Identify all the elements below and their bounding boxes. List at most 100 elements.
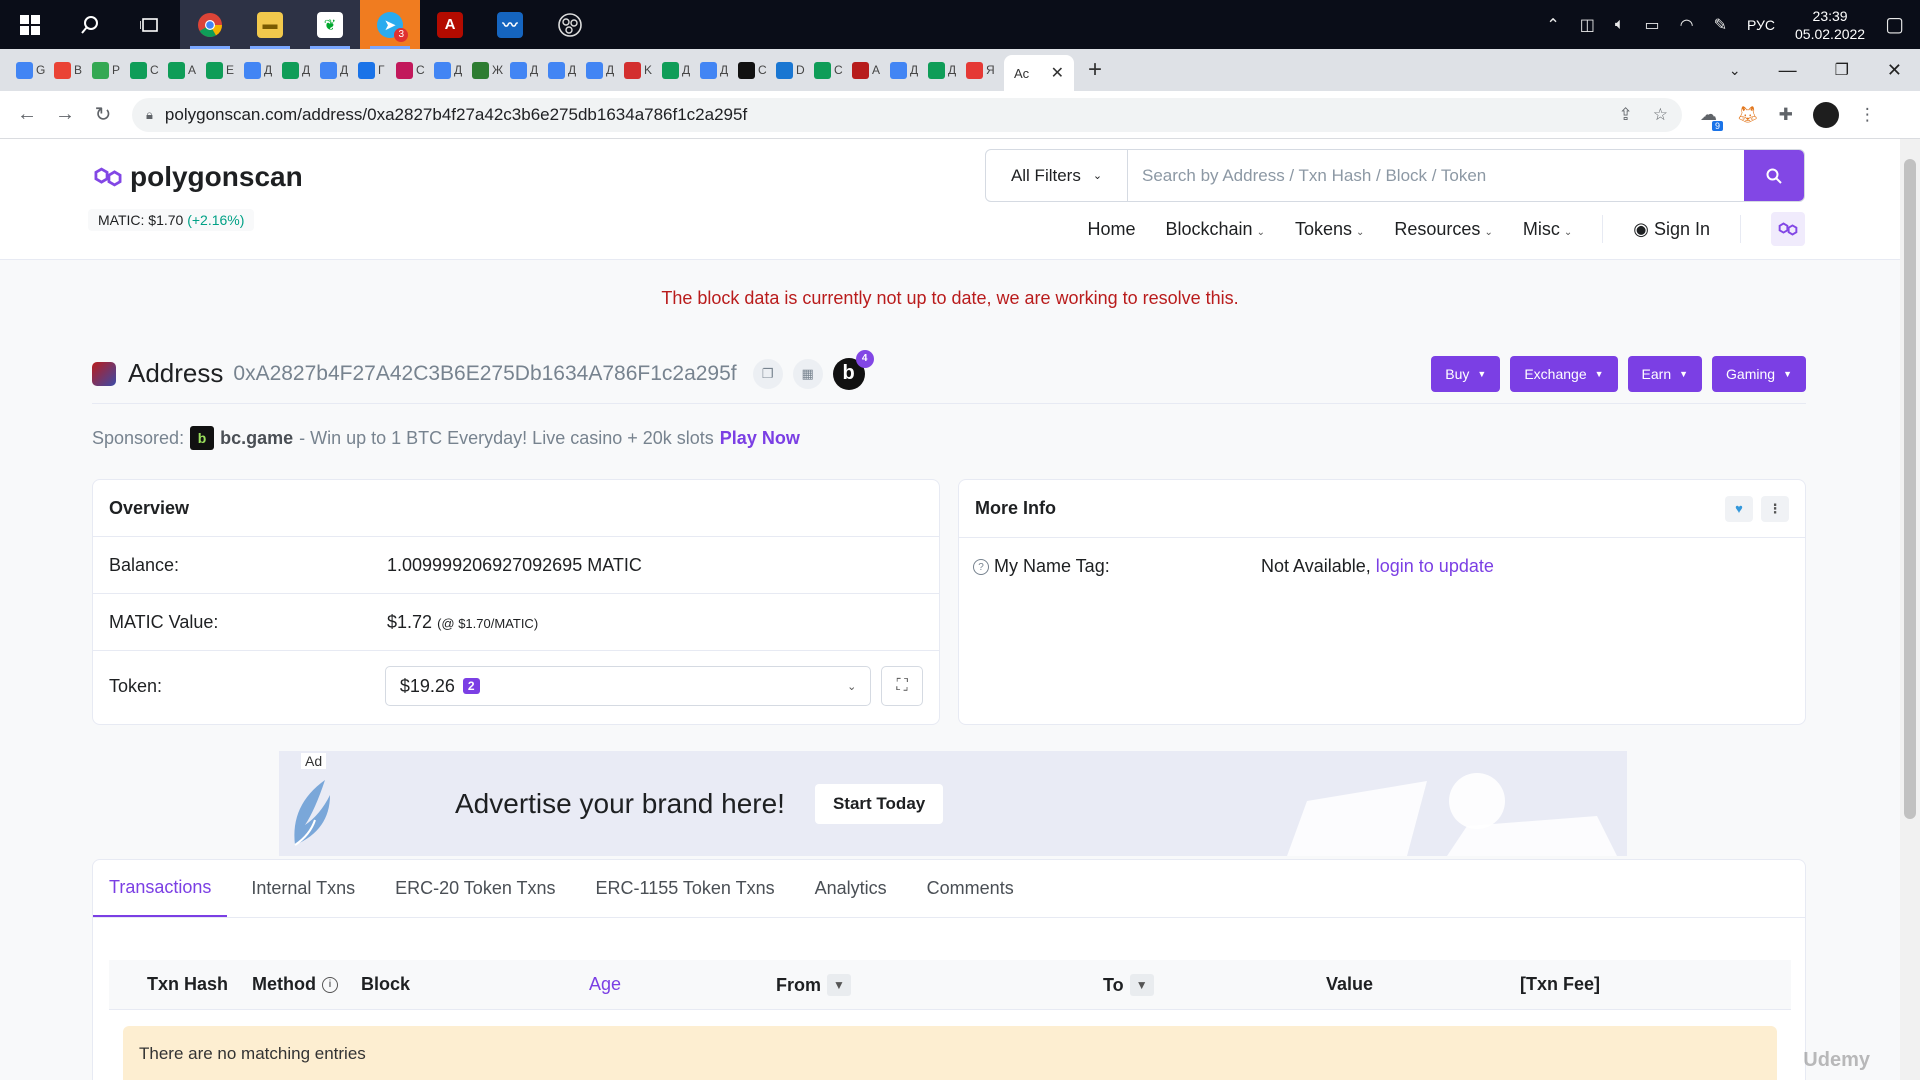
browser-tab[interactable]: Д [320, 55, 358, 85]
lock-icon[interactable]: 🔒︎ [146, 107, 153, 123]
search-filter-select[interactable]: All Filters ⌄ [986, 150, 1128, 201]
blockscan-chat-button[interactable]: b4 [832, 349, 874, 390]
nav-tokens[interactable]: Tokens ⌄ [1295, 219, 1364, 240]
browser-tab[interactable]: Д [434, 55, 472, 85]
browser-tab[interactable]: Г [358, 55, 396, 85]
browser-tab[interactable]: Д [890, 55, 928, 85]
token-holdings-select[interactable]: $19.26 2 ⌄ [384, 666, 872, 706]
tab-internal-txns[interactable]: Internal Txns [235, 860, 371, 917]
active-tab[interactable]: Ac ✕ [1004, 55, 1074, 91]
info-icon[interactable]: i [321, 976, 338, 993]
close-window-icon[interactable]: ✕ [1887, 60, 1902, 81]
taskbar-search-button[interactable] [60, 0, 120, 49]
battery-icon[interactable]: ▭ [1644, 15, 1659, 35]
taskbar-obs[interactable] [540, 0, 600, 49]
chevron-up-icon[interactable]: ⌃ [1546, 15, 1559, 35]
col-age[interactable]: Age [589, 974, 621, 995]
browser-tab[interactable]: C [738, 55, 776, 85]
restore-icon[interactable]: ❐ [1835, 60, 1849, 80]
tab-erc-20-token-txns[interactable]: ERC-20 Token Txns [379, 860, 571, 917]
nav-misc[interactable]: Misc ⌄ [1523, 219, 1572, 240]
browser-tab[interactable]: A [168, 55, 206, 85]
taskbar-chrome[interactable] [180, 0, 240, 49]
tab-comments[interactable]: Comments [911, 860, 1030, 917]
cloud-extension-icon[interactable]: ☁ 9 [1700, 105, 1723, 131]
url-bar[interactable]: 🔒︎ polygonscan.com/address/0xa2827b4f27a… [132, 97, 1682, 132]
browser-tab[interactable]: Д [510, 55, 548, 85]
browser-tab[interactable]: E [206, 55, 244, 85]
browser-tab[interactable]: Д [548, 55, 586, 85]
sign-in-link[interactable]: ◉ Sign In [1633, 219, 1710, 240]
back-button[interactable]: ← [8, 103, 46, 126]
search-button[interactable] [1744, 150, 1804, 201]
browser-tab[interactable]: G [16, 55, 54, 85]
tab-analytics[interactable]: Analytics [799, 860, 903, 917]
nav-blockchain[interactable]: Blockchain ⌄ [1166, 219, 1265, 240]
exchange-button[interactable]: Exchange ▼ [1510, 355, 1618, 392]
tab-transactions[interactable]: Transactions [93, 860, 228, 917]
tab-search-icon[interactable]: ⌄ [1729, 62, 1741, 79]
expand-tokens-button[interactable]: ⛶ [881, 666, 923, 706]
browser-tab[interactable]: Ж [472, 55, 510, 85]
browser-tab[interactable]: C [396, 55, 434, 85]
ad-start-today-button[interactable]: Start Today [814, 783, 944, 824]
browser-tab[interactable]: B [54, 55, 92, 85]
system-clock[interactable]: 23:39 05.02.2022 [1795, 7, 1865, 43]
nav-home[interactable]: Home [1088, 219, 1136, 240]
sponsored-cta-link[interactable]: Play Now [720, 428, 800, 449]
browser-tab[interactable]: Д [282, 55, 320, 85]
metamask-icon[interactable]: 🦊︎ [1737, 105, 1759, 125]
ad-banner[interactable]: Ad Advertise your brand here! Start Toda… [279, 751, 1627, 856]
search-input[interactable] [1128, 150, 1744, 201]
browser-tab[interactable]: D [776, 55, 814, 85]
more-options-button[interactable]: ⋮ [1761, 495, 1789, 522]
browser-tab[interactable]: Д [700, 55, 738, 85]
wifi-icon[interactable]: ◠ [1680, 15, 1694, 35]
page-scrollbar[interactable] [1900, 139, 1920, 1080]
earn-button[interactable]: Earn ▼ [1627, 355, 1703, 392]
notifications-icon[interactable]: ▢ [1885, 12, 1904, 37]
task-view-button[interactable] [120, 0, 180, 49]
nav-resources[interactable]: Resources ⌄ [1394, 219, 1492, 240]
col-txn-fee[interactable]: [Txn Fee] [1520, 974, 1600, 995]
pen-icon[interactable]: ✎ [1714, 15, 1727, 35]
browser-tab[interactable]: P [92, 55, 130, 85]
login-to-update-link[interactable]: login to update [1376, 556, 1494, 576]
browser-tab[interactable]: Я [966, 55, 1004, 85]
minimize-icon[interactable]: — [1779, 60, 1797, 81]
forward-button[interactable]: → [46, 103, 84, 126]
browser-tab[interactable]: Д [586, 55, 624, 85]
profile-avatar[interactable] [1812, 101, 1839, 128]
question-icon[interactable]: ? [973, 559, 989, 576]
taskbar-file-explorer[interactable]: ▬ [240, 0, 300, 49]
site-logo[interactable]: polygonscan [92, 161, 303, 193]
qr-code-button[interactable]: ▦ [792, 358, 823, 389]
browser-tab[interactable]: C [814, 55, 852, 85]
scrollbar-thumb[interactable] [1904, 159, 1916, 819]
network-switch-button[interactable] [1771, 212, 1805, 246]
matic-price[interactable]: MATIC: $1.70 (+2.16%) [88, 209, 255, 231]
browser-tab[interactable]: Д [928, 55, 966, 85]
volume-icon[interactable]: 🔈︎ [1615, 16, 1625, 34]
browser-tab[interactable]: Д [244, 55, 282, 85]
share-icon[interactable]: ⇪ [1619, 105, 1633, 125]
bookmark-star-icon[interactable]: ☆ [1653, 105, 1668, 125]
taskbar-pdf-reader[interactable]: A [420, 0, 480, 49]
taskbar-telegram[interactable]: ➤ 3 [360, 0, 420, 49]
puzzle-extensions-icon[interactable]: ✚ [1779, 105, 1793, 125]
copy-address-button[interactable]: ❐ [752, 358, 783, 389]
gaming-button[interactable]: Gaming ▼ [1712, 355, 1806, 392]
menu-dots-icon[interactable]: ⋮ [1859, 105, 1876, 125]
browser-tab[interactable]: A [852, 55, 890, 85]
browser-tab[interactable]: C [130, 55, 168, 85]
filter-icon[interactable]: ▼ [827, 974, 851, 996]
windows-start-button[interactable] [0, 0, 60, 49]
reload-button[interactable]: ↻ [84, 102, 122, 127]
webcam-icon[interactable]: ◫ [1580, 15, 1595, 35]
buy-button[interactable]: Buy ▼ [1431, 355, 1501, 392]
favorite-button[interactable]: ♥ [1725, 495, 1753, 522]
taskbar-monitor-app[interactable]: 〰 [480, 0, 540, 49]
taskbar-evernote[interactable]: ❦ [300, 0, 360, 49]
input-language[interactable]: РУС [1747, 17, 1775, 33]
browser-tab[interactable]: Д [662, 55, 700, 85]
